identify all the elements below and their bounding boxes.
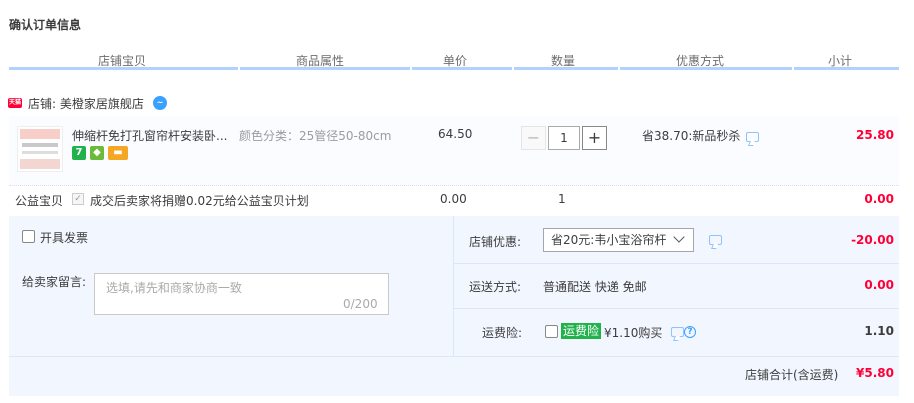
shop-discount-label: 店铺优惠:	[469, 235, 522, 249]
insurance-text: ¥1.10购买	[604, 326, 663, 340]
charity-label: 公益宝贝	[15, 194, 64, 208]
insurance-badge: 运费险	[561, 323, 602, 339]
product-thumbnail[interactable]	[17, 126, 63, 172]
insurance-message-icon[interactable]	[671, 327, 684, 337]
panel-divider	[453, 263, 899, 264]
charity-subtotal: 0.00	[864, 192, 894, 206]
discount-message-icon[interactable]	[709, 235, 722, 245]
insurance-label: 运费险:	[482, 326, 523, 340]
unit-price: 64.50	[438, 127, 473, 141]
shop-total-label: 店铺合计(含运费)	[745, 368, 839, 382]
quantity-input[interactable]	[548, 126, 580, 150]
charity-text: 成交后卖家将捐赠0.02元给公益宝贝计划	[90, 194, 309, 208]
shop-total-amount: ¥5.80	[856, 366, 894, 380]
header-divider	[9, 67, 899, 70]
shop-discount-select[interactable]: 省20元:韦小宝浴帘杆	[543, 228, 694, 252]
discount-method: 省38.70:新品秒杀	[642, 129, 741, 143]
help-icon[interactable]: ?	[684, 326, 696, 338]
message-char-count: 0/200	[343, 297, 378, 311]
insurance-checkbox[interactable]	[545, 325, 558, 338]
shipping-label: 运送方式:	[469, 280, 522, 294]
shipping-amount: 0.00	[864, 278, 894, 292]
wangwang-chat-icon[interactable]: ~	[153, 96, 167, 110]
quantity-decrease-button[interactable]: −	[521, 126, 546, 150]
charity-price: 0.00	[440, 192, 467, 206]
charity-quantity: 1	[558, 192, 566, 206]
insurance-amount: 1.10	[864, 324, 894, 338]
product-name-link[interactable]: 伸缩杆免打孔窗帘杆安装卧...	[72, 127, 232, 144]
panel-divider	[453, 216, 454, 356]
seven-day-return-icon[interactable]: 7	[72, 146, 86, 160]
quantity-increase-button[interactable]: +	[582, 126, 607, 150]
panel-divider	[453, 308, 899, 309]
guarantee-icon[interactable]: ◆	[90, 146, 104, 160]
shipping-method: 普通配送 快递 免邮	[543, 280, 647, 294]
charity-checkbox[interactable]: ✓	[72, 193, 84, 205]
message-label: 给卖家留言:	[22, 275, 87, 289]
item-subtotal: 25.80	[856, 128, 894, 142]
invoice-label: 开具发票	[40, 231, 89, 245]
discount-message-icon[interactable]	[746, 132, 759, 142]
shop-name[interactable]: 店铺: 美橙家居旗舰店	[28, 95, 144, 112]
panel-divider	[9, 356, 899, 357]
page-title: 确认订单信息	[9, 18, 82, 32]
credit-card-icon[interactable]: ▬	[108, 146, 128, 160]
seller-message-placeholder: 选填,请先和商家协商一致	[106, 281, 242, 295]
product-attribute: 颜色分类：25管径50-80cm	[239, 129, 392, 143]
shop-discount-amount: -20.00	[851, 233, 894, 247]
invoice-checkbox[interactable]	[22, 230, 35, 243]
tmall-icon: 天猫	[8, 98, 22, 108]
